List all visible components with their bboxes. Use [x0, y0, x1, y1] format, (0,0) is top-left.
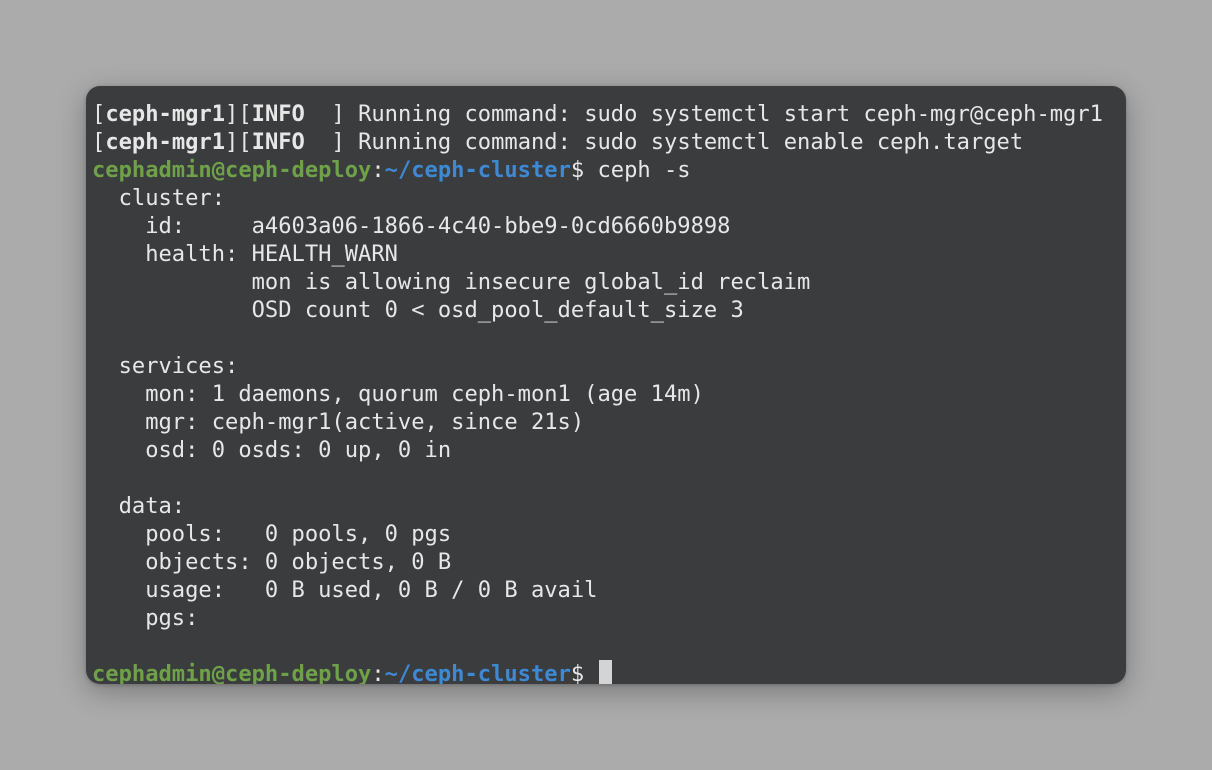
command-text: ceph -s	[597, 157, 691, 183]
output-line: services:	[92, 353, 239, 379]
log-tag: ceph-mgr1	[105, 101, 226, 127]
log-bracket-open: [	[92, 129, 106, 155]
output-line: pools: 0 pools, 0 pgs	[92, 521, 452, 547]
prompt-line: cephadmin@ceph-deploy:~/ceph-cluster$ ce…	[92, 156, 691, 184]
prompt-colon: :	[371, 661, 385, 684]
log-line: [ceph-mgr1][INFO ] Running command: sudo…	[92, 100, 1103, 128]
prompt-symbol: $	[570, 157, 598, 183]
output-line: data:	[92, 493, 186, 519]
prompt-path: ~/ceph-cluster	[384, 661, 571, 684]
log-level: INFO	[251, 101, 305, 127]
log-message: Running command: sudo systemctl start ce…	[358, 101, 1103, 127]
output-line: id: a4603a06-1866-4c40-bbe9-0cd6660b9898	[92, 213, 731, 239]
log-bracket-close: ]	[304, 101, 359, 127]
log-message: Running command: sudo systemctl enable c…	[358, 129, 1024, 155]
output-line: cluster:	[92, 185, 226, 211]
prompt-path: ~/ceph-cluster	[384, 157, 571, 183]
terminal-window[interactable]: [ceph-mgr1][INFO ] Running command: sudo…	[86, 86, 1126, 684]
text-cursor[interactable]	[598, 660, 612, 684]
log-level: INFO	[251, 129, 305, 155]
log-bracket-open: [	[92, 101, 106, 127]
output-line: mon is allowing insecure global_id recla…	[92, 269, 811, 295]
output-line: mon: 1 daemons, quorum ceph-mon1 (age 14…	[92, 381, 704, 407]
output-line: health: HEALTH_WARN	[92, 241, 398, 267]
prompt-user-host: cephadmin@ceph-deploy	[92, 157, 372, 183]
prompt-line[interactable]: cephadmin@ceph-deploy:~/ceph-cluster$	[92, 660, 612, 684]
log-bracket-sep: ][	[225, 129, 252, 155]
output-line: osd: 0 osds: 0 up, 0 in	[92, 437, 452, 463]
prompt-symbol: $	[570, 661, 598, 684]
prompt-colon: :	[371, 157, 385, 183]
terminal-screen[interactable]: [ceph-mgr1][INFO ] Running command: sudo…	[92, 86, 1126, 684]
output-line: OSD count 0 < osd_pool_default_size 3	[92, 297, 744, 323]
log-line: [ceph-mgr1][INFO ] Running command: sudo…	[92, 128, 1023, 156]
prompt-user-host: cephadmin@ceph-deploy	[92, 661, 372, 684]
output-line: usage: 0 B used, 0 B / 0 B avail	[92, 577, 598, 603]
log-bracket-sep: ][	[225, 101, 252, 127]
output-line: objects: 0 objects, 0 B	[92, 549, 452, 575]
output-line: mgr: ceph-mgr1(active, since 21s)	[92, 409, 585, 435]
output-line: pgs:	[92, 605, 199, 631]
log-bracket-close: ]	[304, 129, 359, 155]
log-tag: ceph-mgr1	[105, 129, 226, 155]
